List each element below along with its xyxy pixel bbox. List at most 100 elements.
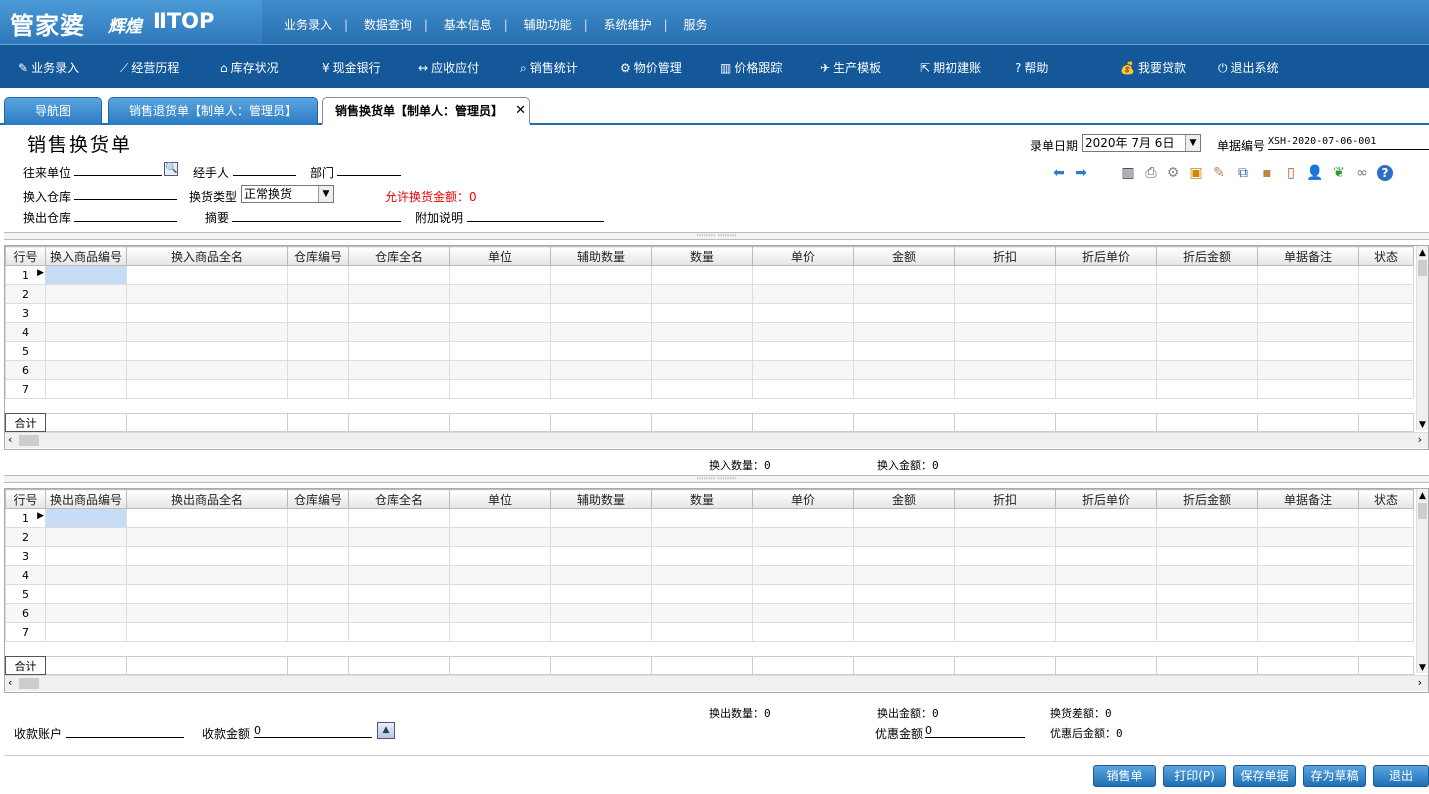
table-cell[interactable]	[550, 265, 652, 285]
table-cell[interactable]	[348, 527, 450, 547]
table-cell[interactable]	[954, 508, 1056, 528]
column-header[interactable]: 单据备注	[1257, 246, 1359, 266]
column-header[interactable]: 单价	[752, 246, 854, 266]
table-cell[interactable]	[1156, 527, 1258, 547]
column-header[interactable]: 折后金额	[1156, 246, 1258, 266]
table-cell[interactable]	[853, 546, 955, 566]
table-cell[interactable]	[449, 322, 551, 342]
table-cell[interactable]	[954, 322, 1056, 342]
table-cell[interactable]	[1055, 603, 1157, 623]
table-cell[interactable]	[45, 303, 127, 323]
table-cell[interactable]	[449, 265, 551, 285]
table-cell[interactable]	[1055, 360, 1157, 380]
table-cell[interactable]	[126, 527, 288, 547]
table-cell[interactable]	[45, 360, 127, 380]
nav-item-3[interactable]: ¥ 现金银行	[322, 59, 381, 76]
row-number[interactable]: 7	[5, 622, 46, 642]
table-cell[interactable]	[550, 303, 652, 323]
table-cell[interactable]	[752, 603, 854, 623]
table-cell[interactable]	[449, 584, 551, 604]
table-cell[interactable]	[550, 508, 652, 528]
table-cell[interactable]	[287, 546, 349, 566]
table-cell[interactable]	[853, 508, 955, 528]
top-menu-service[interactable]: 服务	[683, 16, 707, 33]
row-number[interactable]: 5	[5, 341, 46, 361]
exit-button[interactable]: 退出	[1373, 765, 1429, 787]
row-number[interactable]: 5	[5, 584, 46, 604]
column-header[interactable]: 状态	[1358, 489, 1414, 509]
column-header[interactable]: 仓库编号	[287, 489, 349, 509]
table-cell[interactable]	[853, 527, 955, 547]
table-cell[interactable]	[449, 284, 551, 304]
column-header[interactable]: 换出商品编号	[45, 489, 127, 509]
table-cell[interactable]	[651, 360, 753, 380]
nav-item-0[interactable]: ✎ 业务录入	[18, 59, 79, 76]
vertical-scrollbar[interactable]: ▲ ▼	[1416, 489, 1428, 673]
table-cell[interactable]	[752, 546, 854, 566]
dept-field[interactable]	[337, 162, 401, 176]
table-cell[interactable]	[954, 527, 1056, 547]
table-cell[interactable]	[45, 379, 127, 399]
top-menu-business-entry[interactable]: 业务录入	[284, 16, 332, 33]
table-cell[interactable]	[1257, 603, 1359, 623]
table-cell[interactable]	[550, 622, 652, 642]
nav-item-9[interactable]: ⇱ 期初建账	[920, 59, 981, 76]
table-cell[interactable]	[126, 565, 288, 585]
table-cell[interactable]	[550, 603, 652, 623]
door-icon[interactable]: ▯	[1282, 164, 1300, 182]
vertical-scrollbar[interactable]: ▲ ▼	[1416, 246, 1428, 430]
nav-item-6[interactable]: ⚙ 物价管理	[620, 59, 682, 76]
table-cell[interactable]	[1055, 322, 1157, 342]
table-cell[interactable]	[651, 341, 753, 361]
top-menu-system[interactable]: 系统维护	[604, 16, 652, 33]
table-cell[interactable]	[1257, 565, 1359, 585]
table-cell[interactable]	[126, 508, 288, 528]
splitter-top[interactable]: ›››››››› ››››››››	[4, 232, 1429, 240]
grid-exchange-out[interactable]: 行号 换出商品编号 换出商品全名 仓库编号 仓库全名 单位 辅助数量 数量 单价 金额 折扣 折后单价…	[4, 488, 1429, 693]
table-cell[interactable]	[45, 265, 127, 285]
table-cell[interactable]	[1156, 603, 1258, 623]
table-cell[interactable]	[1257, 265, 1359, 285]
table-cell[interactable]	[348, 303, 450, 323]
table-cell[interactable]	[853, 265, 955, 285]
table-cell[interactable]	[550, 527, 652, 547]
column-header[interactable]: 金额	[853, 246, 955, 266]
account-field[interactable]	[66, 724, 184, 738]
table-cell[interactable]	[287, 603, 349, 623]
table-cell[interactable]	[1358, 603, 1414, 623]
table-cell[interactable]	[1055, 303, 1157, 323]
print-button[interactable]: 打印(P)	[1163, 765, 1226, 787]
table-cell[interactable]	[1358, 265, 1414, 285]
tab-sales-return[interactable]: 销售退货单【制单人：管理员】	[108, 97, 318, 125]
table-cell[interactable]	[651, 584, 753, 604]
table-cell[interactable]	[752, 622, 854, 642]
table-cell[interactable]	[853, 565, 955, 585]
table-cell[interactable]	[651, 527, 753, 547]
column-header[interactable]: 仓库编号	[287, 246, 349, 266]
save-bill-button[interactable]: 保存单据	[1233, 765, 1296, 787]
column-header[interactable]: 金额	[853, 489, 955, 509]
table-cell[interactable]	[1257, 322, 1359, 342]
table-cell[interactable]	[449, 508, 551, 528]
nav-item-4[interactable]: ↔ 应收应付	[418, 59, 479, 76]
table-cell[interactable]	[45, 527, 127, 547]
table-cell[interactable]	[348, 603, 450, 623]
column-header[interactable]: 单位	[449, 246, 551, 266]
column-header[interactable]: 单位	[449, 489, 551, 509]
arrow-left-icon[interactable]: ⬅	[1050, 164, 1068, 182]
table-cell[interactable]	[1055, 265, 1157, 285]
exchange-type-select[interactable]: 正常换货 ▼	[241, 185, 334, 203]
table-cell[interactable]	[1257, 546, 1359, 566]
table-row[interactable]: 7	[5, 379, 1414, 399]
table-cell[interactable]	[1156, 284, 1258, 304]
table-cell[interactable]	[449, 603, 551, 623]
table-cell[interactable]	[348, 508, 450, 528]
table-cell[interactable]	[348, 565, 450, 585]
table-cell[interactable]	[1156, 546, 1258, 566]
table-cell[interactable]	[126, 303, 288, 323]
column-header[interactable]: 数量	[651, 489, 753, 509]
table-cell[interactable]	[1055, 527, 1157, 547]
chevron-down-icon[interactable]: ▼	[1185, 135, 1200, 151]
nav-item-1[interactable]: ⟋ 经营历程	[120, 59, 179, 76]
table-cell[interactable]	[954, 379, 1056, 399]
